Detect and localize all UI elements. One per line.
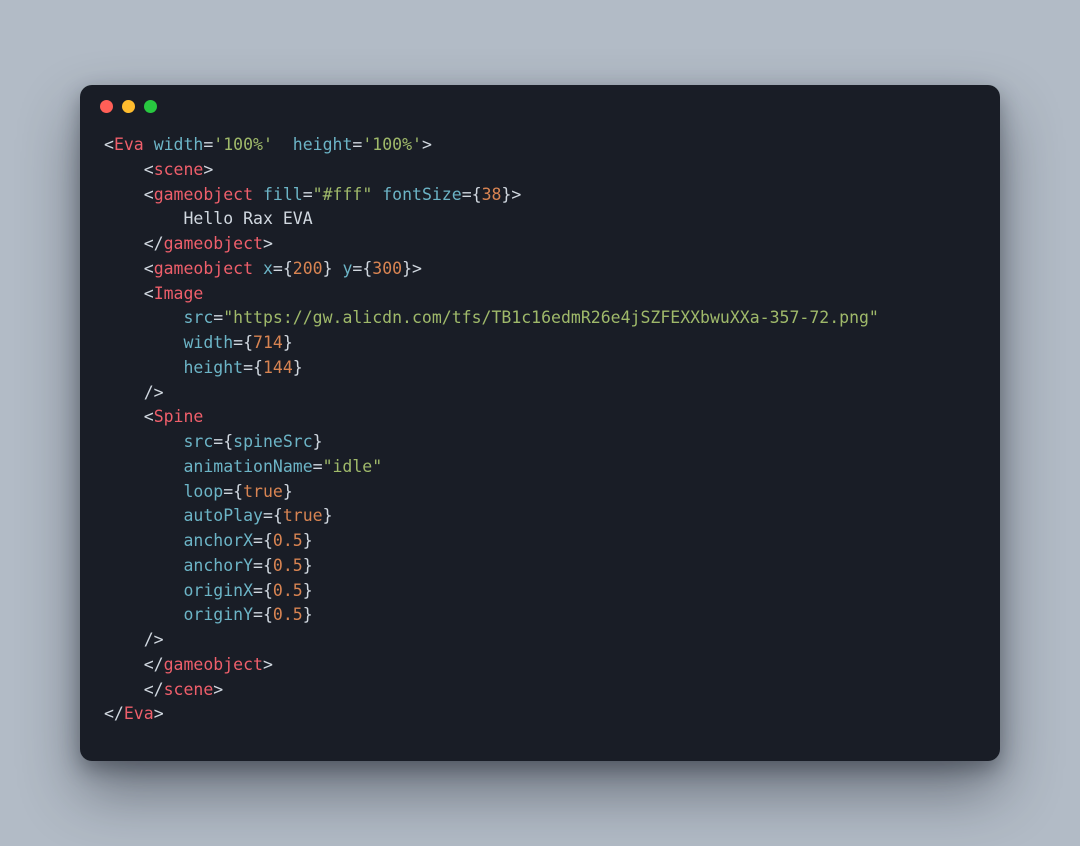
- attr-loop: loop: [183, 482, 223, 501]
- code-window: <Eva width='100%' height='100%'> <scene>…: [80, 85, 1000, 761]
- val-originy: 0.5: [273, 605, 303, 624]
- traffic-zoom-icon[interactable]: [144, 100, 157, 113]
- stage: <Eva width='100%' height='100%'> <scene>…: [0, 0, 1080, 846]
- val-img-src: "https://gw.alicdn.com/tfs/TB1c16edmR26e…: [223, 308, 879, 327]
- attr-img-width: width: [183, 333, 233, 352]
- attr-anchory: anchorY: [183, 556, 253, 575]
- val-img-height: 144: [263, 358, 293, 377]
- val-spine-src: spineSrc: [233, 432, 312, 451]
- val-x: 200: [293, 259, 323, 278]
- code-block: <Eva width='100%' height='100%'> <scene>…: [80, 127, 1000, 737]
- tag-eva-open: Eva: [114, 135, 144, 154]
- attr-autoplay: autoPlay: [183, 506, 262, 525]
- traffic-close-icon[interactable]: [100, 100, 113, 113]
- val-height: '100%': [362, 135, 422, 154]
- val-fill: "#fff": [313, 185, 373, 204]
- attr-height: height: [293, 135, 353, 154]
- attr-originx: originX: [183, 581, 253, 600]
- val-width: '100%': [213, 135, 273, 154]
- tag-gameobject2-close: gameobject: [164, 655, 263, 674]
- traffic-minimize-icon[interactable]: [122, 100, 135, 113]
- tag-gameobject2-open: gameobject: [154, 259, 253, 278]
- tag-gameobject1-open: gameobject: [154, 185, 253, 204]
- tag-spine-open: Spine: [154, 407, 204, 426]
- attr-originy: originY: [183, 605, 253, 624]
- attr-img-src: src: [183, 308, 213, 327]
- attr-width: width: [154, 135, 204, 154]
- val-img-width: 714: [253, 333, 283, 352]
- tag-scene-close: scene: [164, 680, 214, 699]
- window-titlebar: [80, 85, 1000, 127]
- val-originx: 0.5: [273, 581, 303, 600]
- attr-anchorx: anchorX: [183, 531, 253, 550]
- attr-spine-src: src: [183, 432, 213, 451]
- attr-y: y: [342, 259, 352, 278]
- text-hello: Hello Rax EVA: [183, 209, 312, 228]
- tag-scene-open: scene: [154, 160, 204, 179]
- attr-animname: animationName: [183, 457, 312, 476]
- attr-x: x: [263, 259, 273, 278]
- val-autoplay: true: [283, 506, 323, 525]
- attr-fontsize: fontSize: [382, 185, 461, 204]
- val-fontsize: 38: [482, 185, 502, 204]
- val-y: 300: [372, 259, 402, 278]
- tag-gameobject1-close: gameobject: [164, 234, 263, 253]
- attr-img-height: height: [183, 358, 243, 377]
- val-anchorx: 0.5: [273, 531, 303, 550]
- attr-fill: fill: [263, 185, 303, 204]
- val-animname: "idle": [323, 457, 383, 476]
- tag-eva-close: Eva: [124, 704, 154, 723]
- val-anchory: 0.5: [273, 556, 303, 575]
- tag-image-open: Image: [154, 284, 204, 303]
- val-loop: true: [243, 482, 283, 501]
